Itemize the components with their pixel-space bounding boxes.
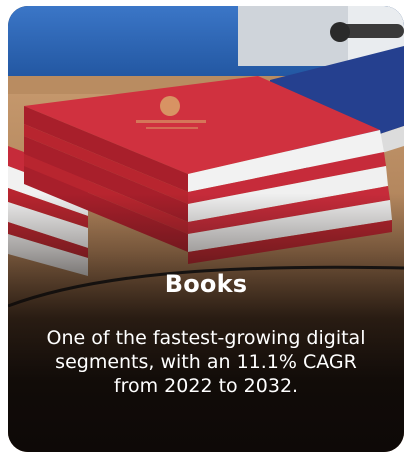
card-description: One of the fastest-growing digital segme… — [46, 327, 366, 397]
card-title: Books — [164, 270, 248, 298]
topic-card[interactable]: Books One of the fastest-growing digital… — [8, 6, 404, 452]
